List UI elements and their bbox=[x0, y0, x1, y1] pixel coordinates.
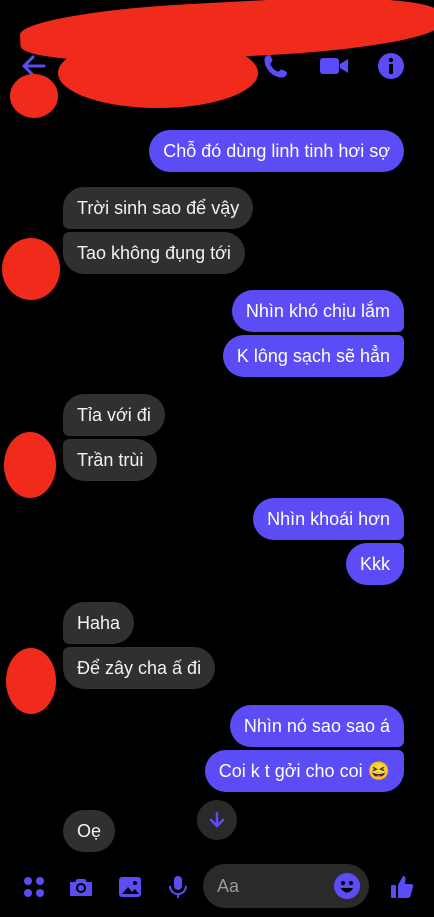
incoming-message[interactable]: Haha bbox=[63, 602, 135, 644]
thumbs-up-icon[interactable] bbox=[389, 874, 415, 900]
redaction-mark bbox=[6, 648, 56, 714]
outgoing-message[interactable]: Kkk bbox=[345, 543, 404, 585]
conversation-header bbox=[0, 0, 434, 118]
incoming-message[interactable]: Trần trùi bbox=[63, 439, 158, 481]
emoji-icon[interactable] bbox=[334, 873, 360, 899]
incoming-message[interactable]: Trời sinh sao để vậy bbox=[63, 187, 254, 229]
redaction-mark bbox=[10, 74, 58, 118]
outgoing-message[interactable]: K lông sạch sẽ hẳn bbox=[222, 335, 404, 377]
redaction-mark bbox=[4, 432, 56, 498]
incoming-message[interactable]: Để zây cha ấ đi bbox=[63, 647, 216, 689]
gallery-icon[interactable] bbox=[117, 874, 143, 900]
redaction-mark bbox=[58, 38, 258, 108]
outgoing-message[interactable]: Nhìn khó chịu lắm bbox=[231, 290, 404, 332]
camera-icon[interactable] bbox=[68, 874, 94, 900]
outgoing-message[interactable]: Coi k t gởi cho coi 😆 bbox=[204, 750, 404, 792]
outgoing-message[interactable]: Chỗ đó dùng linh tinh hơi sợ bbox=[149, 130, 404, 172]
redaction-mark bbox=[2, 238, 60, 300]
incoming-message[interactable]: Tao không đụng tới bbox=[63, 232, 245, 274]
incoming-message[interactable]: Tỉa với đi bbox=[63, 394, 165, 436]
microphone-icon[interactable] bbox=[165, 874, 191, 900]
info-icon[interactable] bbox=[375, 50, 407, 82]
outgoing-message[interactable]: Nhìn khoái hơn bbox=[253, 498, 404, 540]
apps-grid-icon[interactable] bbox=[21, 874, 47, 900]
scroll-down-arrow-icon bbox=[209, 811, 225, 828]
scroll-to-bottom-button[interactable] bbox=[197, 800, 237, 840]
video-camera-icon[interactable] bbox=[318, 50, 350, 82]
outgoing-message[interactable]: Nhìn nó sao sao á bbox=[229, 705, 404, 747]
incoming-message[interactable]: Oẹ bbox=[63, 810, 116, 852]
